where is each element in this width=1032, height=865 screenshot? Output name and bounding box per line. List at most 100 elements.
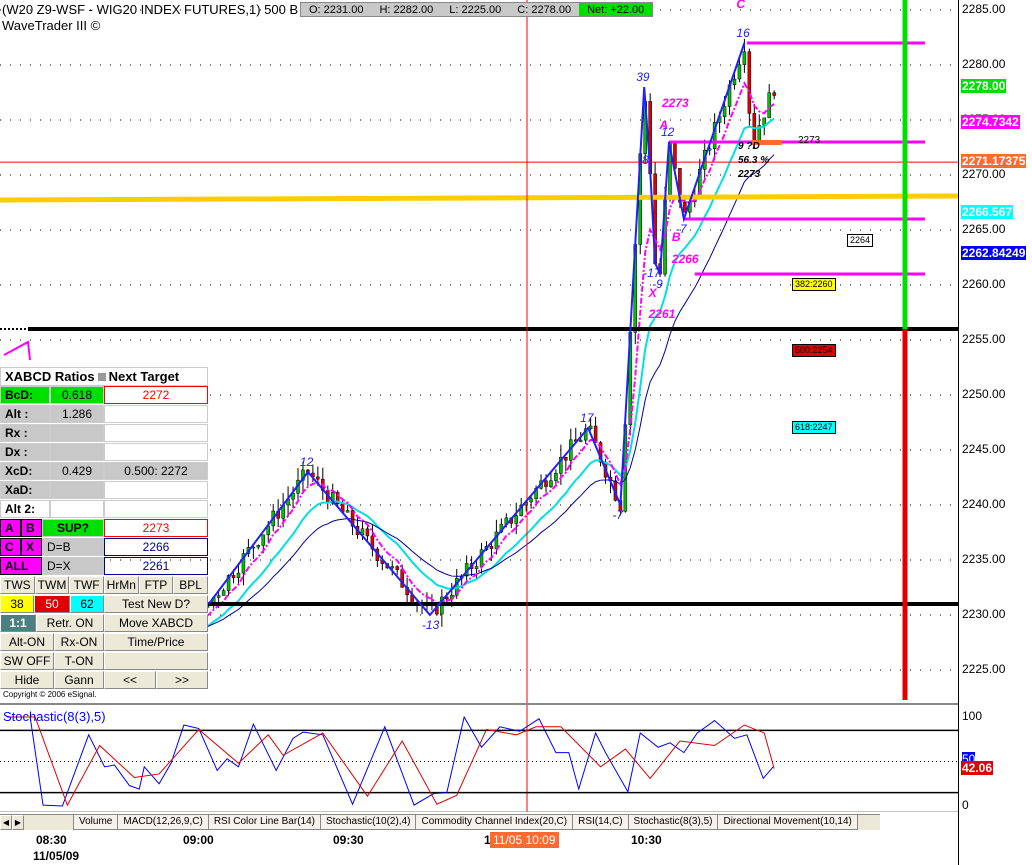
rx-on-button[interactable]: Rx-ON (54, 633, 104, 651)
ratio-value: 0.429 (50, 462, 104, 480)
candle (772, 92, 776, 96)
ratio-row: XaD: (0, 481, 208, 500)
a-button[interactable]: A (0, 519, 21, 537)
time-price-button[interactable]: Time/Price (104, 633, 208, 651)
close-value: C: 2278.00 (517, 3, 572, 16)
gann-button[interactable]: Gann (54, 671, 104, 689)
price-tag: 2262.84249 (961, 245, 1027, 260)
c-button[interactable]: C (0, 538, 21, 556)
app-name: WaveTrader III © (2, 18, 101, 33)
indicator-tab[interactable]: Stochastic(8(3),5) (627, 815, 719, 830)
indicator-tab[interactable]: Commodity Channel Index(20,C) (415, 815, 574, 830)
pattern-label: 2273 (662, 95, 689, 110)
test-new-d-button[interactable]: Test New D? (104, 595, 208, 613)
ratio-value (50, 481, 104, 499)
ratio-row: Alt :1.286 (0, 405, 208, 424)
prior-pattern-line (3, 340, 31, 361)
wave-count-label: 16 (736, 26, 750, 40)
wave-count-label: -7 (612, 508, 624, 522)
price-tick: 2235.00 (962, 552, 1006, 566)
panel-title: XABCD Ratios (5, 369, 95, 384)
candle (390, 566, 394, 569)
price-tag: 2274.7342 (961, 114, 1020, 129)
candle (316, 476, 320, 480)
yellow-level-line (0, 193, 958, 203)
price-tick: 2250.00 (962, 387, 1006, 401)
t-on-button[interactable]: T-ON (54, 652, 104, 670)
candle (578, 439, 583, 442)
candle (564, 456, 568, 461)
scroll-left-button[interactable]: ◀ (0, 815, 12, 830)
checkbox[interactable] (97, 372, 106, 381)
ratio-value (50, 500, 104, 518)
candle (395, 566, 399, 570)
fib-level-box: 2264 (847, 234, 874, 247)
alt-on-button[interactable]: Alt-ON (0, 633, 54, 651)
next-button[interactable]: >> (156, 671, 208, 689)
d-target-label: 2273 (798, 135, 821, 146)
pattern-label: B (671, 229, 681, 244)
ratio-label: XcD: (0, 462, 50, 480)
ratio-row: Alt 2: (0, 500, 208, 519)
indicator-tab[interactable]: RSI(14,C) (572, 815, 629, 830)
time-tick-0830: 08:30 (36, 833, 67, 847)
ratio-target: 2272 (104, 386, 208, 404)
price-axis[interactable]: 2285.002280.002275.002270.002265.002260.… (958, 0, 1032, 865)
time-tick-1030: 10:30 (631, 833, 662, 847)
ratio-target (104, 500, 208, 518)
x-button[interactable]: X (21, 538, 42, 556)
sup-button[interactable]: SUP? (42, 519, 104, 537)
tool-button-twm[interactable]: TWM (34, 576, 70, 594)
fib-level-box: 618:2247 (792, 421, 836, 434)
low-value: L: 2225.00 (449, 3, 502, 16)
candle (221, 590, 226, 596)
tool-button-bpl[interactable]: BPL (173, 576, 208, 594)
candle (747, 51, 752, 114)
date-label: 11/05/09 (33, 849, 80, 863)
xabcd-panel: XABCD Ratios Next Target BcD: 0.618 2272 Al… (0, 367, 208, 699)
candle (722, 106, 727, 117)
ratio-1-1-button[interactable]: 1:1 (0, 614, 36, 632)
wave-count-label: 17 (580, 411, 594, 425)
b-button[interactable]: B (21, 519, 42, 537)
prev-button[interactable]: << (104, 671, 156, 689)
price-tick: 2265.00 (962, 222, 1006, 236)
stochastic-tick: 0 (962, 798, 969, 812)
indicator-tab[interactable]: RSI Color Line Bar(14) (207, 815, 321, 830)
tool-button-twf[interactable]: TWF (69, 576, 104, 594)
candle (732, 78, 737, 85)
move-xabcd-button[interactable]: Move XABCD (104, 614, 208, 632)
price-tick: 2255.00 (962, 332, 1006, 346)
indicator-tab[interactable]: Volume (73, 815, 119, 830)
open-value: O: 2231.00 (309, 3, 364, 16)
db-label: D=B (42, 538, 104, 556)
tool-button-ftp[interactable]: FTP (138, 576, 174, 594)
indicator-tab[interactable]: MACD(12,26,9,C) (117, 815, 209, 830)
ratio-38-button[interactable]: 38 (0, 595, 34, 613)
candle (529, 498, 533, 503)
candle (474, 566, 479, 569)
candle (593, 425, 598, 443)
copyright: Copyright © 2006 eSignal. (0, 690, 208, 699)
price-tag: 2278.00 (961, 79, 1007, 93)
tool-button-tws[interactable]: TWS (0, 576, 35, 594)
hide-button[interactable]: Hide (0, 671, 54, 689)
sw-off-button[interactable]: SW OFF (0, 652, 54, 670)
scroll-right-button[interactable]: ▶ (12, 815, 24, 830)
pattern-label: C (736, 0, 746, 11)
candle (231, 575, 236, 579)
ratio-50-button[interactable]: 50 (34, 595, 70, 613)
tool-button-hrmn[interactable]: HrMn (103, 576, 139, 594)
ratio-label: Rx : (0, 424, 50, 442)
blank-button[interactable] (104, 652, 208, 670)
all-button[interactable]: ALL (0, 557, 42, 575)
ohlc-readout: O: 2231.00 H: 2282.00 L: 2225.00 C: 2278… (300, 2, 654, 17)
ratio-target (104, 424, 208, 442)
indicator-tab[interactable]: Directional Movement(10,14) (717, 815, 858, 830)
ratio-target (104, 443, 208, 461)
candle (489, 545, 494, 549)
ratio-62-button[interactable]: 62 (70, 595, 104, 613)
ratio-label: Alt 2: (0, 500, 50, 518)
indicator-tab[interactable]: Stochastic(10(2),4) (319, 815, 417, 830)
retr-on-button[interactable]: Retr. ON (36, 614, 104, 632)
